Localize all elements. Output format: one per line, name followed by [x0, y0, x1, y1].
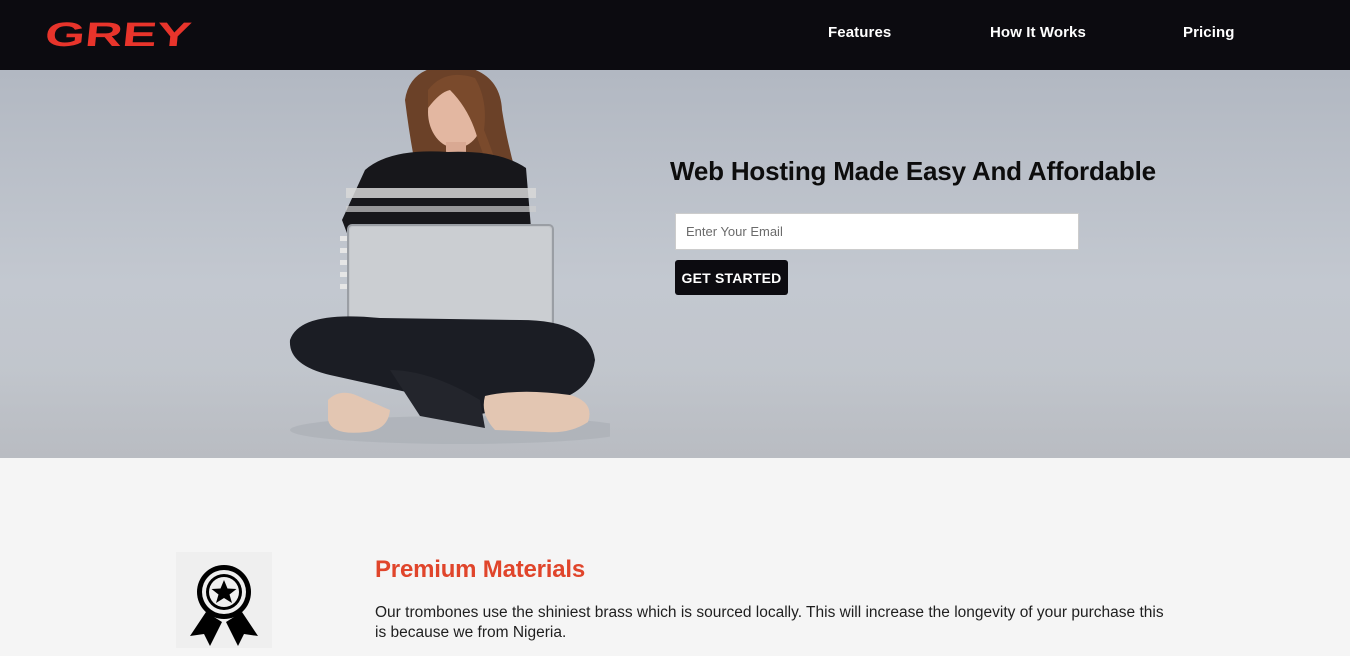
grey-logo[interactable]: GREY [44, 18, 192, 50]
nav-link-pricing[interactable]: Pricing [1183, 24, 1235, 41]
feature-description: Our trombones use the shiniest brass whi… [375, 604, 1164, 641]
hero-title: Web Hosting Made Easy And Affordable [670, 156, 1156, 186]
hero-image-woman-with-laptop [289, 70, 610, 444]
hero-section: Web Hosting Made Easy And Affordable GET… [0, 70, 1350, 458]
award-ribbon-icon [176, 552, 272, 648]
email-input[interactable] [675, 213, 1079, 250]
svg-text:GREY: GREY [44, 18, 192, 50]
feature-title: Premium Materials [375, 556, 586, 583]
get-started-button[interactable]: GET STARTED [675, 260, 788, 295]
site-header: GREY Features How It Works Pricing [0, 0, 1350, 70]
hero-floor-shade [0, 370, 1350, 458]
nav-link-how-it-works[interactable]: How It Works [990, 24, 1086, 41]
nav-link-features[interactable]: Features [828, 24, 891, 41]
